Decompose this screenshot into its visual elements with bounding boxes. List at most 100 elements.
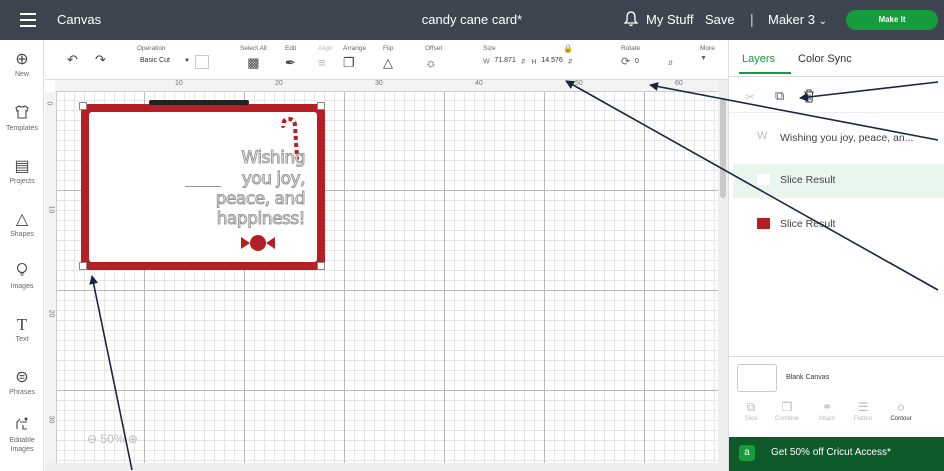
slice-button[interactable]: ⧉ Slice [733, 398, 769, 422]
duplicate-icon[interactable]: ⧉ [775, 88, 784, 104]
attach-label: Attach [818, 416, 836, 422]
flatten-button[interactable]: ☰ Flatten [845, 398, 881, 422]
sidebar-item-shapes[interactable]: △ Shapes [0, 210, 44, 239]
card-text-line: you joy, [241, 169, 306, 189]
rotate-input[interactable]: 0 [632, 56, 667, 71]
stepper-icon[interactable]: ⇵ [521, 60, 526, 66]
machine-name: Maker 3 [768, 12, 815, 27]
card-notch [149, 100, 249, 105]
vertical-scrollbar[interactable] [718, 80, 728, 463]
edit-button[interactable]: Edit ✒ [285, 45, 296, 71]
cricut-design-space: Canvas candy cane card* My Stuff Save | … [0, 0, 944, 471]
design-canvas[interactable]: Wishing you joy, peace, and happiness! ⊖… [57, 92, 718, 463]
shirt-icon [0, 104, 44, 124]
ruler-tick-label: 20 [47, 309, 55, 318]
operation-select[interactable]: Basic Cut ▼ [137, 55, 193, 69]
operation-value: Basic Cut [140, 57, 170, 64]
redo-button[interactable]: ↷ [95, 52, 106, 68]
card-inner-panel: Wishing you joy, peace, and happiness! [89, 112, 317, 262]
ruler-tick-label: 0 [45, 101, 53, 106]
layer-row-text[interactable]: W Wishing you joy, peace, an... [733, 122, 944, 156]
tab-layers[interactable]: Layers [742, 53, 775, 65]
hamburger-menu-icon[interactable] [20, 13, 36, 27]
arrange-icon: ❐ [343, 55, 355, 70]
card-design[interactable]: Wishing you joy, peace, and happiness! [79, 100, 325, 270]
group-icon[interactable]: ✂ [745, 90, 755, 104]
more-button[interactable]: More ▼ [700, 45, 715, 62]
promo-banner[interactable]: a Get 50% off Cricut Access* [729, 437, 944, 471]
ruler-tick-label: 10 [47, 205, 55, 214]
sidebar-item-templates[interactable]: Templates [0, 104, 44, 133]
operation-color-swatch[interactable] [194, 55, 209, 69]
combine-icon: ❐ [781, 400, 793, 414]
zoom-in-icon[interactable]: ⊕ [128, 432, 138, 446]
slice-icon: ⧉ [746, 400, 756, 414]
sidebar-item-label: Editable Images [9, 437, 35, 453]
lock-icon[interactable]: 🔒 [563, 44, 573, 53]
align-button[interactable]: Align ≡ [318, 45, 332, 71]
ruler-tick-label: 40 [475, 80, 483, 87]
combine-button[interactable]: ❐ Combine [769, 398, 805, 422]
height-input[interactable]: 14.576 [538, 55, 566, 69]
zoom-out-icon[interactable]: ⊖ [87, 432, 97, 446]
selection-handle[interactable] [79, 102, 87, 110]
card-text-line: Wishing [241, 148, 306, 168]
machine-selector[interactable]: Maker 3 ⌄ [768, 12, 827, 27]
layer-label: Wishing you joy, peace, an... [780, 132, 914, 144]
save-button[interactable]: Save [705, 12, 735, 27]
sidebar-item-projects[interactable]: ▤ Projects [0, 157, 44, 186]
sidebar-item-label: Text [15, 336, 29, 343]
left-ruler: 0 10 20 30 [45, 92, 57, 463]
rotate-label: Rotate [621, 45, 641, 52]
selection-handle[interactable] [79, 262, 87, 270]
card-text-line: happiness! [216, 209, 306, 229]
align-label: Align [318, 45, 333, 52]
sidebar-item-images[interactable]: Images [0, 262, 44, 291]
sidebar-item-editable-images[interactable]: Editable Images [0, 416, 44, 454]
arrange-button[interactable]: Arrange ❐ [343, 45, 366, 71]
bell-icon[interactable] [624, 11, 638, 27]
offset-label: Offset [425, 45, 443, 52]
sidebar-item-label: New [14, 71, 29, 78]
redo-icon: ↷ [95, 52, 106, 67]
speech-bubble-icon: ⊜ [15, 369, 29, 386]
ruler-tick-label: 30 [375, 80, 383, 87]
white-swatch-icon [757, 174, 770, 185]
chevron-down-icon: ▼ [700, 55, 707, 62]
tab-color-sync[interactable]: Color Sync [798, 53, 852, 65]
text-guide-line [185, 186, 221, 187]
layer-row-slice-result[interactable]: Slice Result [733, 164, 944, 198]
undo-button[interactable]: ↶ [67, 52, 78, 68]
left-sidebar: ⊕ New Templates ▤ Projects △ Shapes Imag… [0, 40, 44, 471]
flip-button[interactable]: Flip △ [383, 45, 393, 71]
sidebar-item-phrases[interactable]: ⊜ Phrases [0, 368, 44, 397]
rotate-icon: ⟳ [621, 56, 631, 68]
promo-label: Get 50% off Cricut Access* [771, 447, 891, 458]
blank-canvas-swatch[interactable] [737, 364, 777, 392]
projects-icon: ▤ [14, 158, 30, 175]
editable-images-icon [0, 416, 44, 436]
arrange-label: Arrange [343, 45, 367, 52]
sidebar-item-text[interactable]: T Text [0, 315, 44, 344]
app-title: Canvas [57, 12, 102, 27]
scrollbar-thumb[interactable] [720, 98, 726, 198]
horizontal-scrollbar[interactable] [45, 463, 728, 471]
chevron-down-icon: ▼ [184, 58, 190, 64]
offset-icon: ☼ [425, 55, 437, 70]
attach-button[interactable]: ⚭ Attach [809, 398, 845, 422]
selection-handle[interactable] [317, 102, 325, 110]
offset-button[interactable]: Offset ☼ [425, 45, 442, 71]
contour-button[interactable]: ◌ Contour [883, 398, 919, 422]
layer-row-slice-result[interactable]: Slice Result [733, 208, 944, 242]
trash-icon[interactable] [803, 89, 815, 103]
selection-handle[interactable] [317, 262, 325, 270]
width-input[interactable]: 71.871 [491, 55, 519, 69]
make-it-button[interactable]: Make It [846, 10, 938, 30]
my-stuff-link[interactable]: My Stuff [646, 12, 693, 27]
stepper-icon[interactable]: ⇵ [568, 60, 573, 66]
stepper-icon[interactable]: ⇵ [668, 61, 673, 67]
sidebar-item-new[interactable]: ⊕ New [0, 50, 44, 79]
candy-icon [241, 235, 275, 251]
height-prefix: H [531, 58, 537, 66]
select-all-button[interactable]: Select All ▩ [240, 45, 267, 71]
